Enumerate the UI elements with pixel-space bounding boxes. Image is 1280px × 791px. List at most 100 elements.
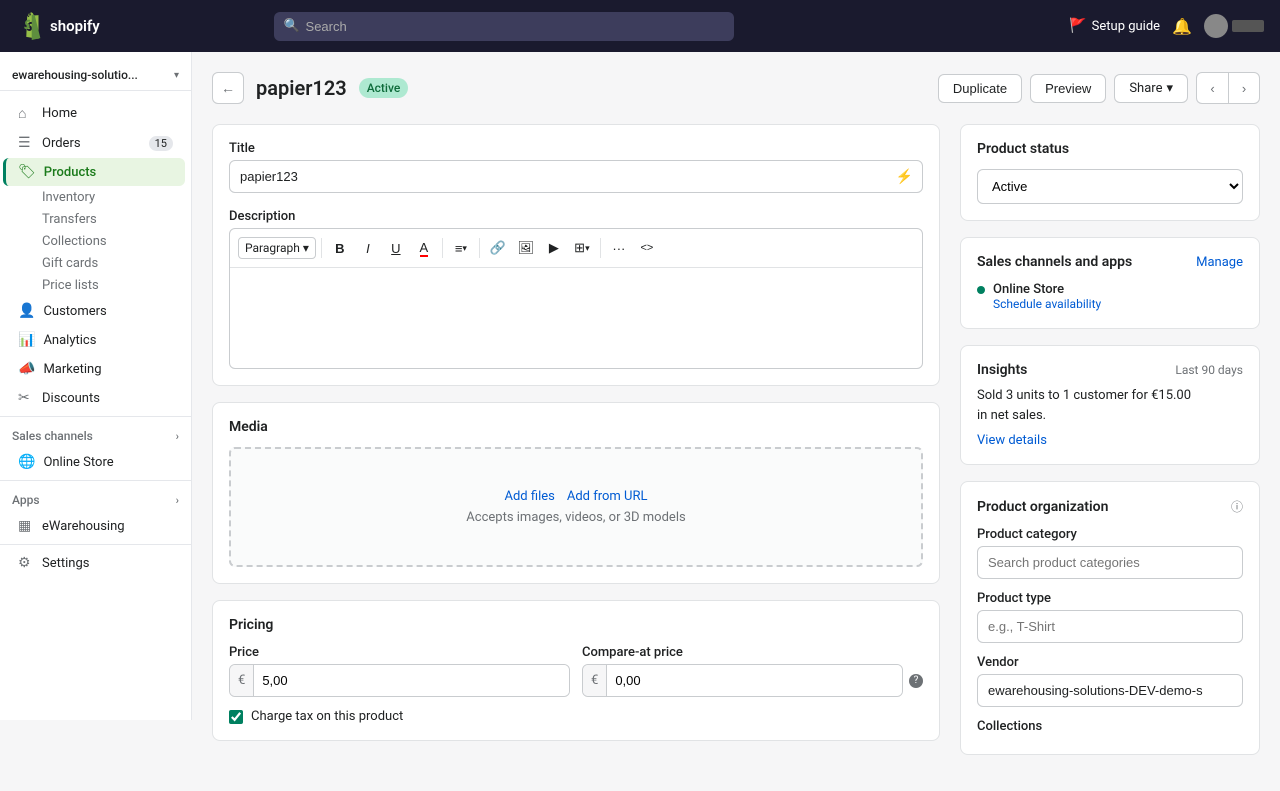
vendor-input[interactable] [977, 674, 1243, 707]
more-button[interactable]: ··· [606, 235, 632, 261]
paragraph-select[interactable]: Paragraph ▾ [238, 237, 316, 259]
editor-body[interactable] [230, 268, 922, 368]
next-button[interactable]: › [1228, 72, 1260, 104]
add-files-link[interactable]: Add files [505, 489, 555, 504]
share-button[interactable]: Share ▾ [1114, 74, 1188, 103]
product-org-header: Product organization ⓘ [977, 498, 1243, 515]
category-input[interactable] [977, 546, 1243, 579]
image-button[interactable]: 🖼 [513, 235, 539, 261]
video-button[interactable]: ▶ [541, 235, 567, 261]
sales-channels-label: Sales channels [12, 429, 93, 443]
text-color-button[interactable]: A [411, 235, 437, 261]
media-dropzone[interactable]: Add files Add from URL Accepts images, v… [229, 447, 923, 567]
type-label: Product type [977, 591, 1243, 606]
compare-input-wrap: € [582, 664, 903, 697]
title-input[interactable] [229, 160, 923, 193]
underline-button[interactable]: U [383, 235, 409, 261]
store-selector[interactable]: ewarehousing-solutio... ▾ [0, 60, 191, 91]
text-color-label: A [420, 240, 429, 257]
search-input[interactable] [274, 12, 734, 41]
compare-wrap: € ? [582, 664, 923, 697]
sidebar-label-home: Home [42, 106, 77, 121]
setup-guide-label: Setup guide [1092, 19, 1160, 34]
sidebar-sub-pricelists[interactable]: Price lists [6, 275, 185, 296]
prev-button[interactable]: ‹ [1196, 72, 1228, 104]
price-input[interactable] [254, 665, 569, 696]
add-from-url-link[interactable]: Add from URL [567, 489, 648, 504]
sidebar-divider-2 [0, 480, 191, 481]
title-card: Title ⚡ Description Paragraph ▾ B I [212, 124, 940, 386]
type-input[interactable] [977, 610, 1243, 643]
ewarehousing-icon: ▦ [18, 518, 34, 534]
schedule-link[interactable]: Schedule availability [993, 297, 1101, 311]
store-avatar [1232, 20, 1264, 32]
sidebar-item-ewarehousing[interactable]: ▦ eWarehousing [6, 512, 185, 540]
tax-row: Charge tax on this product [229, 709, 923, 724]
sidebar-item-marketing[interactable]: 📣 Marketing [6, 355, 185, 383]
chevron-down-icon: ▾ [174, 70, 179, 81]
sidebar-label-giftcards: Gift cards [42, 256, 98, 271]
sidebar-item-orders[interactable]: ☰ Orders 15 [6, 129, 185, 157]
online-dot [977, 286, 985, 294]
apps-label: Apps [12, 493, 40, 507]
sidebar-divider-3 [0, 544, 191, 545]
bell-icon[interactable]: 🔔 [1172, 17, 1192, 36]
code-button[interactable]: <> [634, 235, 660, 261]
toolbar-sep-1 [321, 238, 322, 258]
dropzone-hint: Accepts images, videos, or 3D models [251, 510, 901, 525]
italic-button[interactable]: I [355, 235, 381, 261]
preview-button[interactable]: Preview [1030, 74, 1106, 103]
sidebar-sub-collections[interactable]: Collections [6, 231, 185, 252]
description-label: Description [229, 209, 923, 224]
media-card: Media Add files Add from URL Accepts ima… [212, 402, 940, 584]
avatar [1204, 14, 1228, 38]
sidebar-item-discounts[interactable]: ✂ Discounts [6, 384, 185, 412]
duplicate-button[interactable]: Duplicate [938, 74, 1022, 103]
setup-guide-link[interactable]: 🚩 Setup guide [1069, 18, 1160, 34]
sidebar-sub-inventory[interactable]: Inventory [6, 187, 185, 208]
logo-text: shopify [50, 17, 100, 35]
discounts-icon: ✂ [18, 390, 34, 406]
bold-button[interactable]: B [327, 235, 353, 261]
apps-expand-icon: › [176, 494, 179, 507]
link-button[interactable]: 🔗 [485, 235, 511, 261]
insights-card: Insights Last 90 days Sold 3 units to 1 … [960, 345, 1260, 465]
tax-checkbox[interactable] [229, 710, 243, 724]
compare-currency: € [583, 665, 607, 696]
tax-label[interactable]: Charge tax on this product [251, 709, 403, 724]
price-label: Price [229, 645, 570, 660]
product-status-select[interactable]: Active Draft [977, 169, 1243, 204]
sidebar-divider-1 [0, 416, 191, 417]
sidebar-item-home[interactable]: ⌂ Home [6, 99, 185, 128]
back-button[interactable]: ← [212, 72, 244, 104]
status-badge: Active [359, 78, 409, 98]
align-button[interactable]: ≡ ▾ [448, 235, 474, 261]
store-name: ewarehousing-solutio... [12, 68, 138, 82]
compare-input[interactable] [607, 665, 902, 696]
product-org-title: Product organization [977, 499, 1108, 515]
sidebar-sub-giftcards[interactable]: Gift cards [6, 253, 185, 274]
toolbar-sep-3 [479, 238, 480, 258]
product-status-title: Product status [977, 141, 1243, 157]
title-input-wrap: ⚡ [229, 160, 923, 193]
product-org-card: Product organization ⓘ Product category … [960, 481, 1260, 755]
sidebar-item-products[interactable]: 🏷 Products [3, 158, 185, 186]
sidebar-item-settings[interactable]: ⚙ Settings [6, 549, 185, 577]
sidebar-sub-transfers[interactable]: Transfers [6, 209, 185, 230]
align-icon: ≡ [455, 241, 463, 256]
sidebar-label-transfers: Transfers [42, 212, 97, 227]
sidebar-item-online-store[interactable]: 🌐 Online Store [6, 448, 185, 476]
search-bar[interactable]: 🔍 [274, 12, 734, 41]
view-details-link[interactable]: View details [977, 433, 1047, 448]
orders-icon: ☰ [18, 135, 34, 151]
table-button[interactable]: ⊞ ▾ [569, 235, 595, 261]
left-column: Title ⚡ Description Paragraph ▾ B I [212, 124, 940, 771]
sidebar-item-customers[interactable]: 👤 Customers [6, 297, 185, 325]
header-actions: Duplicate Preview Share ▾ ‹ › [938, 72, 1260, 104]
orders-badge: 15 [149, 136, 173, 151]
manage-link[interactable]: Manage [1196, 255, 1243, 270]
content-grid: Title ⚡ Description Paragraph ▾ B I [212, 124, 1260, 771]
sidebar-item-analytics[interactable]: 📊 Analytics [6, 326, 185, 354]
media-links: Add files Add from URL [251, 489, 901, 504]
toolbar-sep-2 [442, 238, 443, 258]
